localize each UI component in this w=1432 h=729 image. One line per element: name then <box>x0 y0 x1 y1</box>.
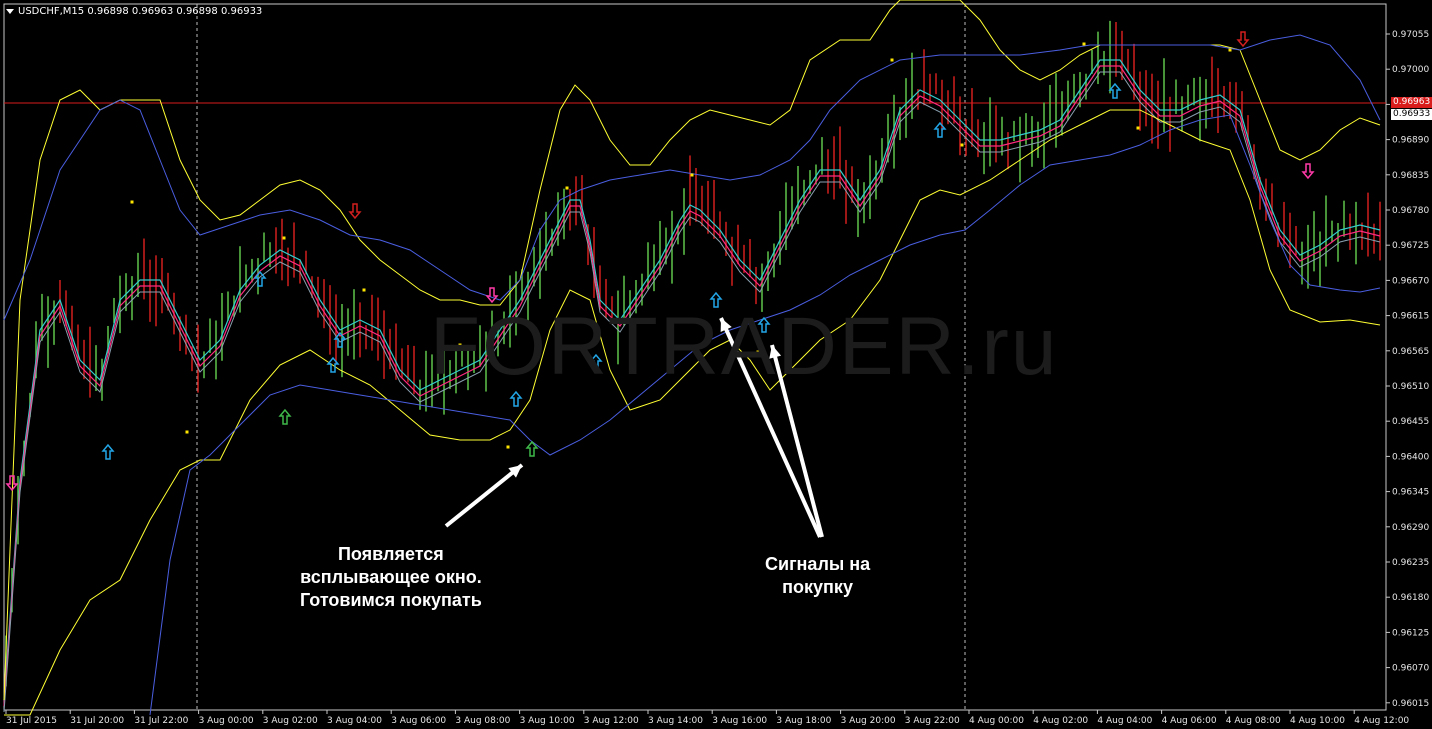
signal-dot <box>1136 126 1140 130</box>
time-label: 4 Aug 10:00 <box>1290 716 1345 726</box>
time-label: 31 Jul 2015 <box>6 716 57 726</box>
time-label: 3 Aug 20:00 <box>841 716 896 726</box>
sell-arrow-red-icon <box>1236 31 1250 48</box>
chart-symbol: USDCHF,M15 <box>18 6 85 17</box>
signal-dot <box>960 143 964 147</box>
price-label: 0.96290 <box>1392 523 1429 533</box>
time-label: 31 Jul 20:00 <box>70 716 124 726</box>
sell-arrow-red-icon <box>348 203 362 220</box>
time-label: 3 Aug 22:00 <box>905 716 960 726</box>
price-label: 0.96890 <box>1392 136 1429 146</box>
time-label: 3 Aug 02:00 <box>263 716 318 726</box>
signal-dot <box>185 430 189 434</box>
buy-arrow-green-icon <box>278 408 292 425</box>
buy-arrow-icon <box>101 443 115 460</box>
price-label: 0.96725 <box>1392 241 1429 251</box>
signal-dot <box>282 236 286 240</box>
chart-ohlc: 0.96898 0.96963 0.96898 0.96933 <box>87 6 263 17</box>
signal-dot <box>130 200 134 204</box>
annotation-arrow-popup <box>444 463 524 528</box>
annotation-signals-line2: покупку <box>782 577 853 597</box>
buy-arrow-icon <box>933 121 947 138</box>
signal-dot <box>506 445 510 449</box>
price-label: 0.96835 <box>1392 171 1429 181</box>
signal-dot <box>690 173 694 177</box>
price-label: 0.96455 <box>1392 417 1429 427</box>
price-label: 0.96510 <box>1392 382 1429 392</box>
annotation-signals-line1: Сигналы на <box>765 554 871 574</box>
time-label: 3 Aug 12:00 <box>584 716 639 726</box>
time-label: 31 Jul 22:00 <box>134 716 188 726</box>
price-label: 0.96565 <box>1392 347 1429 357</box>
price-label: 0.97055 <box>1392 30 1429 40</box>
watermark: FORTRADER.ru <box>430 301 1059 392</box>
annotation-popup-line2: всплывающее окно. <box>300 567 482 587</box>
time-label: 4 Aug 12:00 <box>1354 716 1409 726</box>
signal-dot <box>362 288 366 292</box>
menu-triangle-icon[interactable] <box>6 8 14 14</box>
price-label: 0.96015 <box>1392 699 1429 709</box>
time-label: 4 Aug 04:00 <box>1097 716 1152 726</box>
annotation-popup: Появляется всплывающее окно. Готовимся п… <box>300 543 482 612</box>
sell-arrow-icon <box>1301 163 1315 180</box>
envelope-upper-line <box>3 34 1381 321</box>
price-label: 0.96345 <box>1392 488 1429 498</box>
price-label: 0.96180 <box>1392 593 1429 603</box>
time-label: 4 Aug 06:00 <box>1162 716 1217 726</box>
annotation-popup-line1: Появляется <box>337 544 444 564</box>
price-label: 0.96125 <box>1392 628 1429 638</box>
signal-dot <box>565 186 569 190</box>
annotation-popup-line3: Готовимся покупать <box>300 590 482 610</box>
price-label: 0.96615 <box>1392 312 1429 322</box>
time-label: 3 Aug 00:00 <box>199 716 254 726</box>
time-label: 4 Aug 02:00 <box>1033 716 1088 726</box>
price-label: 0.96070 <box>1392 664 1429 674</box>
buy-arrow-icon <box>1108 82 1122 99</box>
time-label: 3 Aug 18:00 <box>776 716 831 726</box>
hline-price-tag: 0.96963 <box>1391 97 1432 108</box>
current-price-tag: 0.96933 <box>1391 109 1432 120</box>
annotation-signals: Сигналы на покупку <box>765 553 870 599</box>
signal-dot <box>1082 42 1086 46</box>
price-label: 0.96400 <box>1392 452 1429 462</box>
time-label: 4 Aug 08:00 <box>1226 716 1281 726</box>
price-label: 0.96670 <box>1392 276 1429 286</box>
buy-arrow-icon <box>509 390 523 407</box>
price-label: 0.96780 <box>1392 206 1429 216</box>
time-label: 3 Aug 10:00 <box>520 716 575 726</box>
price-label: 0.97000 <box>1392 65 1429 75</box>
time-label: 4 Aug 00:00 <box>969 716 1024 726</box>
bollinger-lower-line <box>4 109 1381 716</box>
time-label: 3 Aug 04:00 <box>327 716 382 726</box>
chart-title: USDCHF,M15 0.96898 0.96963 0.96898 0.969… <box>6 6 262 17</box>
time-label: 3 Aug 14:00 <box>648 716 703 726</box>
price-label: 0.96235 <box>1392 558 1429 568</box>
time-label: 3 Aug 16:00 <box>712 716 767 726</box>
signal-dot <box>1228 48 1232 52</box>
time-label: 3 Aug 08:00 <box>455 716 510 726</box>
signal-dot <box>890 58 894 62</box>
time-label: 3 Aug 06:00 <box>391 716 446 726</box>
